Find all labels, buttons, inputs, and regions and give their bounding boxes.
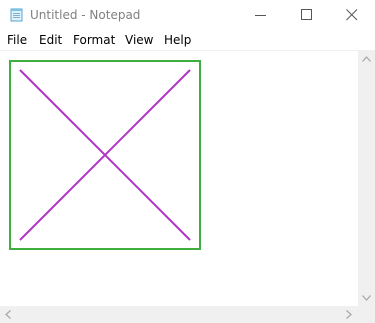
close-button[interactable] <box>329 0 375 30</box>
title-bar: Untitled - Notepad <box>0 0 375 30</box>
menu-bar: File Edit Format View Help <box>0 30 375 50</box>
window-title: Untitled - Notepad <box>30 8 141 22</box>
scroll-down-arrow-icon[interactable] <box>362 295 371 301</box>
menu-help[interactable]: Help <box>164 32 191 48</box>
notepad-icon <box>10 8 23 22</box>
maximize-button[interactable] <box>284 0 330 30</box>
scrollbar-corner <box>358 306 375 323</box>
menu-format[interactable]: Format <box>73 32 115 48</box>
minimize-button[interactable] <box>238 0 284 30</box>
drawing-canvas <box>9 60 201 250</box>
close-icon <box>346 9 358 21</box>
menu-view[interactable]: View <box>125 32 153 48</box>
maximize-icon <box>301 9 312 20</box>
text-editor-area[interactable] <box>0 51 358 306</box>
vertical-scrollbar[interactable] <box>358 51 375 306</box>
menu-file[interactable]: File <box>7 32 27 48</box>
scroll-right-arrow-icon[interactable] <box>346 310 352 319</box>
scroll-up-arrow-icon[interactable] <box>362 56 371 62</box>
scroll-left-arrow-icon[interactable] <box>5 310 11 319</box>
menu-edit[interactable]: Edit <box>39 32 62 48</box>
horizontal-scrollbar[interactable] <box>0 306 358 323</box>
minimize-icon <box>255 15 266 16</box>
